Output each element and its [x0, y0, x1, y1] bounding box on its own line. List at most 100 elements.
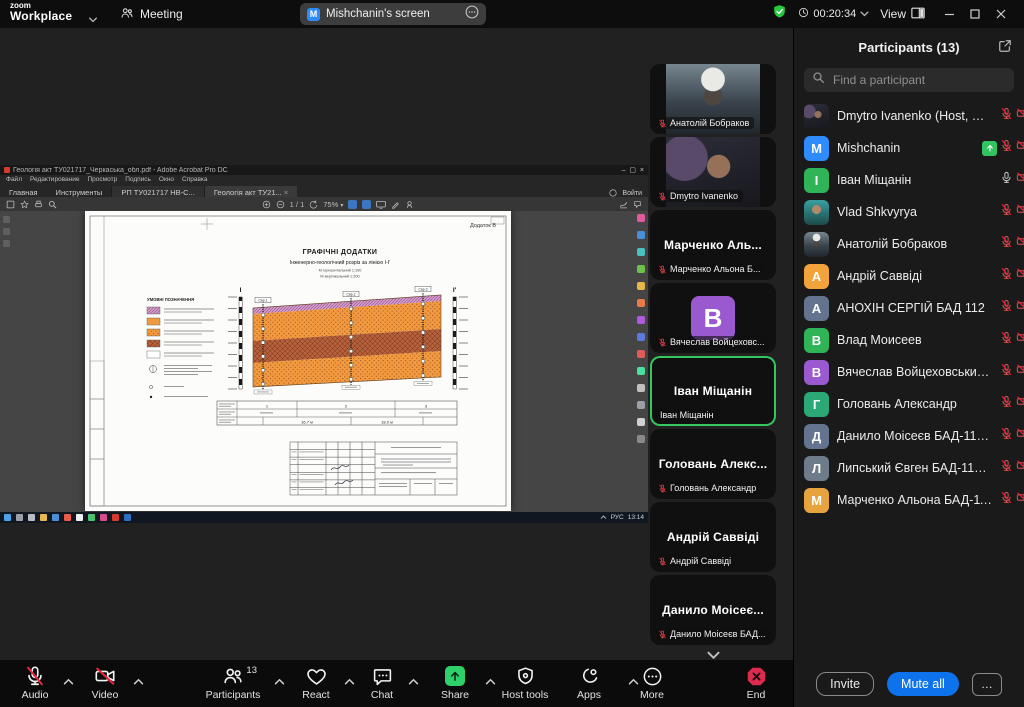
view-button[interactable]: View	[880, 7, 925, 22]
toolbar-item-more[interactable]: More	[614, 665, 690, 701]
collapse-strip-button[interactable]	[650, 648, 776, 660]
tool-strip-icon[interactable]	[637, 333, 645, 341]
taskbar-icon[interactable]	[124, 514, 131, 521]
participant-row[interactable]: ВВячеслав Войцеховський БАД-1...	[794, 356, 1024, 388]
screen-options-ellipsis-icon[interactable]	[465, 5, 479, 24]
participant-row[interactable]: ГГоловань Александр	[794, 388, 1024, 420]
video-tile[interactable]: Головань Алекс...Головань Александр	[650, 429, 776, 499]
acrobat-menu-item[interactable]: Редактирование	[30, 176, 80, 183]
acrobat-sign-in[interactable]: Войти	[622, 190, 642, 197]
tool-strip-icon[interactable]	[637, 367, 645, 375]
acrobat-zoom-level[interactable]: 75% ▾	[323, 200, 343, 209]
system-tray[interactable]: РУС 13:14	[600, 514, 644, 521]
video-tile[interactable]: Данило Моісеє...Данило Моісеєв БАД...	[650, 575, 776, 645]
tool-strip-icon[interactable]	[637, 435, 645, 443]
toolbar-item-label: More	[640, 689, 664, 701]
pop-out-panel-icon[interactable]	[998, 39, 1012, 56]
video-tile[interactable]: Марченко Аль...Марченко Альона Б...	[650, 210, 776, 280]
taskbar-icon[interactable]	[64, 514, 71, 521]
video-tile[interactable]: Анатолій Бобраков	[650, 64, 776, 134]
toolbar-item-end[interactable]: End	[718, 665, 793, 701]
video-thumbnail-strip: Анатолій БобраковDmytro IvanenkoМарченко…	[650, 64, 776, 660]
acrobat-tab[interactable]: Геологія акт ТУ21... ×	[204, 186, 297, 197]
participant-row[interactable]: MMishchanin	[794, 132, 1024, 164]
tab-meeting[interactable]: Meeting	[120, 0, 183, 28]
participant-row[interactable]: ДДанило Моісеєв БАД-113сп	[794, 420, 1024, 452]
acrobat-menu-item[interactable]: Файл	[6, 176, 22, 183]
acrobat-menu-item[interactable]: Подпись	[125, 176, 151, 183]
tool-strip-icon[interactable]	[637, 214, 645, 222]
taskbar-icon[interactable]	[76, 514, 83, 521]
toolbar-item-participants[interactable]: 13Participants	[195, 665, 271, 701]
participant-row[interactable]: ІІван Міщанін	[794, 164, 1024, 196]
toolbar-caret-up-icon[interactable]	[133, 672, 144, 690]
acrobat-tab[interactable]: Главная	[0, 186, 47, 197]
video-tile[interactable]: Dmytro Ivanenko	[650, 137, 776, 207]
participant-row[interactable]: Vlad Shkvyrya	[794, 196, 1024, 228]
participant-row[interactable]: ВВлад Моисеев	[794, 324, 1024, 356]
taskbar-icon[interactable]	[88, 514, 95, 521]
panel-more-button[interactable]: …	[972, 673, 1002, 696]
participant-row[interactable]: Dmytro Ivanenko (Host, me)	[794, 100, 1024, 132]
acrobat-tab[interactable]: Инструменты	[47, 186, 112, 197]
video-tile[interactable]: Іван МіщанінІван Міщанін	[650, 356, 776, 426]
participant-row[interactable]: ААНОХІН СЕРГІЙ БАД 112	[794, 292, 1024, 324]
acrobat-nav-pane-icons[interactable]	[3, 216, 10, 247]
taskbar-icon[interactable]	[40, 514, 47, 521]
tool-strip-icon[interactable]	[637, 282, 645, 290]
maximize-button[interactable]	[962, 0, 988, 28]
borehole-number: 1	[266, 404, 269, 409]
acrobat-page-view-button[interactable]	[348, 200, 357, 209]
taskbar-icon[interactable]	[52, 514, 59, 521]
meeting-timer[interactable]: 00:20:34	[798, 7, 869, 21]
acrobat-tab[interactable]: РП ТУ021717 НВ-С...	[111, 186, 204, 197]
video-tile[interactable]: Андрій СаввідіАндрій Саввіді	[650, 502, 776, 572]
workspace-chevron-down-icon[interactable]	[88, 10, 98, 28]
tool-strip-icon[interactable]	[637, 401, 645, 409]
invite-button[interactable]: Invite	[816, 672, 874, 696]
close-button[interactable]	[988, 0, 1014, 28]
participant-status-icons	[1000, 267, 1024, 285]
toolbar-item-video[interactable]: Video	[67, 665, 143, 701]
camera-off-icon	[1016, 299, 1024, 317]
mute-all-button[interactable]: Mute all	[887, 672, 959, 696]
tool-strip-icon[interactable]	[637, 384, 645, 392]
acrobat-tools-panel[interactable]	[637, 214, 645, 443]
minimize-button[interactable]	[936, 0, 962, 28]
tool-strip-icon[interactable]	[637, 265, 645, 273]
taskbar-icon[interactable]	[28, 514, 35, 521]
acrobat-menu-item[interactable]: Окно	[159, 176, 174, 183]
shared-screen-tab[interactable]: M Mishchanin's screen	[300, 3, 486, 25]
participant-row[interactable]: Анатолій Бобраков	[794, 228, 1024, 260]
taskbar-icon[interactable]	[4, 514, 11, 521]
participant-row[interactable]: ААндрій Саввіді	[794, 260, 1024, 292]
acrobat-file-tools[interactable]	[6, 200, 57, 209]
taskbar-icon[interactable]	[100, 514, 107, 521]
acrobat-menu-item[interactable]: Справка	[182, 176, 208, 183]
tile-name-text: Данило Моісеєв БАД...	[670, 629, 766, 639]
tile-name-label: Вячеслав Войцеховс...	[655, 336, 770, 348]
participant-status-icons	[1000, 331, 1024, 349]
acrobat-scroll-view-button[interactable]	[362, 200, 371, 209]
acrobat-view-tools[interactable]: 1 / 1 75% ▾	[262, 200, 415, 209]
tool-strip-icon[interactable]	[637, 350, 645, 358]
tool-strip-icon[interactable]	[637, 231, 645, 239]
video-tile[interactable]: ВВячеслав Войцеховс...	[650, 283, 776, 353]
acrobat-window-controls[interactable]: – ▢ ×	[622, 166, 644, 174]
participant-search[interactable]	[804, 68, 1014, 92]
toolbar-item-react[interactable]: React	[278, 665, 354, 701]
tool-strip-icon[interactable]	[637, 299, 645, 307]
tool-strip-icon[interactable]	[637, 248, 645, 256]
tool-strip-icon[interactable]	[637, 418, 645, 426]
participant-row[interactable]: ММарченко Альона БАД-112	[794, 484, 1024, 516]
participant-row[interactable]: ЛЛипський Євген БАД-113СП	[794, 452, 1024, 484]
acrobat-right-tools[interactable]	[619, 200, 642, 209]
toolbar-item-share[interactable]: Share	[417, 665, 493, 701]
search-input[interactable]	[831, 72, 1006, 88]
mic-muted-icon	[1000, 107, 1013, 125]
taskbar-icon[interactable]	[112, 514, 119, 521]
acrobat-menu-item[interactable]: Просмотр	[88, 176, 118, 183]
taskbar-icon[interactable]	[16, 514, 23, 521]
legend-title: УМОВНІ ПОЗНАЧЕННЯ	[147, 297, 194, 302]
tool-strip-icon[interactable]	[637, 316, 645, 324]
